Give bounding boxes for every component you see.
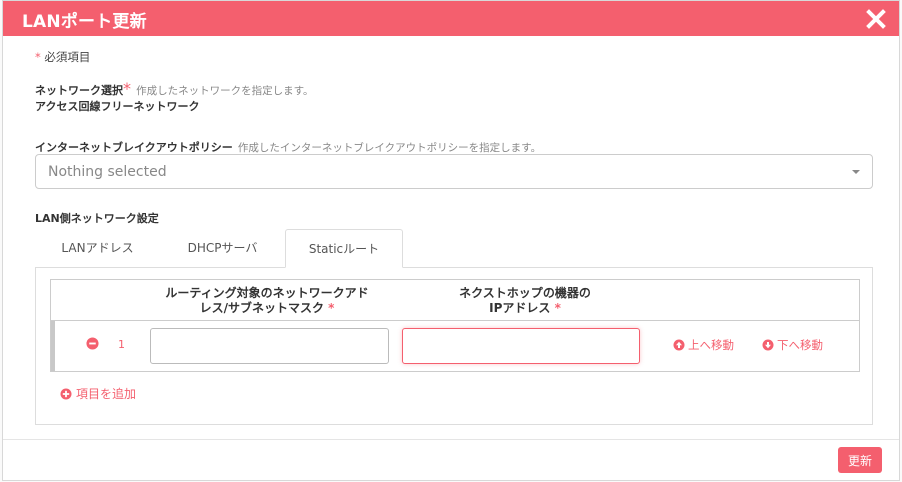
column-network-star: * [328,301,335,315]
network-hint: 作成したネットワークを指定します。 [136,85,314,97]
dialog-header: LANポート更新 [3,1,899,36]
network-value: アクセス回線フリーネットワーク [35,100,200,113]
table-row: 1 上へ移動 下へ移動 [51,321,859,371]
tab-lan-address[interactable]: LANアドレス [35,229,160,268]
column-header-network-line1: ルーティング対象のネットワークアド [165,286,369,300]
dialog-title: LANポート更新 [22,12,147,32]
arrow-down-circle-icon [762,339,774,351]
static-route-panel: ルーティング対象のネットワークアド レス/サブネットマスク * ネクストホップの… [35,267,873,425]
breakout-label: インターネットブレイクアウトポリシー [35,141,233,154]
move-down-button[interactable]: 下へ移動 [762,337,823,353]
required-note: * 必須項目 [35,49,90,65]
table-header: ルーティング対象のネットワークアド レス/サブネットマスク * ネクストホップの… [51,280,859,321]
close-icon[interactable] [866,9,886,29]
network-address-input[interactable] [150,328,389,364]
move-up-label: 上へ移動 [688,338,734,352]
network-select-row: ネットワーク選択* 作成したネットワークを指定します。 [35,79,314,98]
move-down-label: 下へ移動 [777,338,823,352]
column-header-network: ルーティング対象のネットワークアド レス/サブネットマスク * [147,286,387,316]
column-header-nexthop-line2: IPアドレス [489,301,551,315]
chevron-down-icon [852,170,860,174]
tab-static-route[interactable]: Staticルート [285,229,403,268]
select-placeholder: Nothing selected [48,164,167,180]
update-button[interactable]: 更新 [838,447,882,473]
move-up-button[interactable]: 上へ移動 [673,337,734,353]
row-index: 1 [118,338,125,351]
lan-section-title: LAN側ネットワーク設定 [35,212,159,225]
breakout-hint: 作成したインターネットブレイクアウトポリシーを指定します。 [237,142,542,154]
nexthop-ip-input[interactable] [402,328,640,364]
column-nexthop-star: * [554,301,561,315]
plus-circle-icon [60,388,72,400]
column-header-nexthop-line1: ネクストホップの機器の [459,286,591,300]
remove-row-icon[interactable] [86,337,99,350]
column-header-nexthop: ネクストホップの機器の IPアドレス * [415,286,635,316]
breakout-policy-row: インターネットブレイクアウトポリシー 作成したインターネットブレイクアウトポリシ… [35,136,541,155]
add-item-button[interactable]: 項目を追加 [60,385,136,402]
row-drag-handle[interactable] [51,321,55,371]
breakout-policy-select[interactable]: Nothing selected [35,154,873,189]
tab-dhcp-server[interactable]: DHCPサーバ [160,229,285,268]
network-label: ネットワーク選択 [35,84,123,97]
required-star: * [35,50,41,64]
required-note-text: 必須項目 [44,50,91,64]
network-required-star: * [123,79,131,98]
arrow-up-circle-icon [673,339,685,351]
footer-divider [3,439,899,440]
lan-port-update-dialog: LANポート更新 * 必須項目 ネットワーク選択* 作成したネットワークを指定し… [2,0,900,481]
column-header-network-line2: レス/サブネットマスク [199,301,324,315]
add-item-label: 項目を追加 [76,387,137,401]
static-route-table: ルーティング対象のネットワークアド レス/サブネットマスク * ネクストホップの… [50,279,860,372]
